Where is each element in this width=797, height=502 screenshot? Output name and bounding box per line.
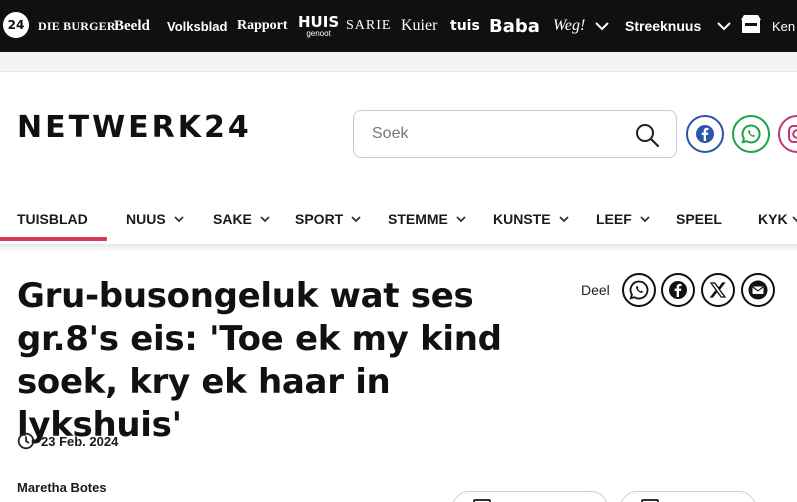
share-whatsapp-icon[interactable]	[622, 273, 656, 307]
huisgenoot-logo-bottom: genoot	[306, 28, 331, 38]
search-input[interactable]	[372, 111, 622, 157]
pub-link-volksblad[interactable]: Volksblad	[167, 0, 227, 52]
facebook-icon[interactable]	[686, 115, 724, 153]
store-icon[interactable]	[740, 13, 762, 35]
article-date: 23 Feb. 2024	[41, 433, 119, 449]
nav-item-sake[interactable]: SAKE	[213, 196, 271, 242]
pub-link-baba[interactable]: Baba	[489, 0, 540, 52]
nav-item-label: TUISBLAD	[17, 211, 88, 227]
share-mail-icon[interactable]	[741, 273, 775, 307]
clock-icon	[17, 432, 35, 450]
site-logo[interactable]: NETWERK24	[17, 113, 252, 143]
nav-item-label: STEMME	[388, 211, 448, 227]
nav-item-label: LEEF	[596, 211, 632, 227]
nav-item-stemme[interactable]: STEMME	[388, 196, 467, 242]
streeknuus-chevron-icon[interactable]	[716, 0, 732, 52]
pub-link-rapport[interactable]: Rapport	[237, 0, 288, 52]
more-publications-chevron-icon[interactable]	[594, 0, 610, 52]
chevron-down-icon	[174, 216, 184, 223]
nav-shadow	[0, 244, 797, 252]
chevron-down-icon	[791, 216, 797, 223]
nav-item-label: KYK	[758, 211, 788, 227]
share-x-icon[interactable]	[701, 273, 735, 307]
article-action-button[interactable]	[452, 491, 608, 502]
share-label: Deel	[581, 282, 610, 298]
chevron-down-icon	[456, 216, 466, 223]
nav-item-label: SAKE	[213, 211, 252, 227]
nav-item-leef[interactable]: LEEF	[596, 196, 651, 242]
pub-link-huisgenoot[interactable]: HUIS genoot	[298, 0, 339, 52]
nav-item-speel[interactable]: SPEEL	[676, 196, 722, 242]
search-icon[interactable]	[634, 122, 660, 148]
article-action-button[interactable]	[620, 491, 756, 502]
chevron-down-icon	[260, 216, 270, 223]
nav-item-kunste[interactable]: KUNSTE	[493, 196, 570, 242]
pub-link-weg[interactable]: Weg!	[553, 0, 585, 52]
article-date-row: 23 Feb. 2024	[17, 432, 118, 450]
pub-link-kuier[interactable]: Kuier	[401, 0, 437, 52]
nav-item-label: NUUS	[126, 211, 166, 227]
huisgenoot-logo-top: HUIS	[298, 12, 340, 31]
streeknuus-link[interactable]: Streeknuus	[625, 0, 701, 52]
nav-item-sport[interactable]: SPORT	[295, 196, 362, 242]
article-author[interactable]: Maretha Botes	[17, 480, 107, 495]
instagram-icon[interactable]	[778, 115, 797, 153]
netwerk24-badge-icon[interactable]: 24	[3, 12, 29, 38]
store-link-label[interactable]: Ken	[772, 0, 795, 52]
nav-item-kyk[interactable]: KYK	[758, 196, 797, 242]
publications-bar: 24 DIE BURGER Beeld Volksblad Rapport HU…	[0, 0, 797, 52]
pub-link-die-burger[interactable]: DIE BURGER	[38, 0, 116, 52]
header-separator	[0, 52, 797, 72]
search-box[interactable]	[353, 110, 677, 158]
nav-item-tuisblad[interactable]: TUISBLAD	[17, 196, 88, 242]
whatsapp-icon[interactable]	[732, 115, 770, 153]
article-headline: Gru-busongeluk wat ses gr.8's eis: 'Toe …	[17, 276, 502, 445]
nav-item-nuus[interactable]: NUUS	[126, 196, 185, 242]
pub-link-tuis[interactable]: tuis	[450, 0, 480, 52]
share-facebook-icon[interactable]	[661, 273, 695, 307]
main-nav: TUISBLAD NUUS SAKE SPORT STEMME KUNSTE L…	[0, 196, 797, 244]
nav-item-label: SPORT	[295, 211, 344, 227]
nav-active-indicator	[0, 237, 107, 241]
pub-link-sarie[interactable]: SARIE	[346, 0, 391, 52]
chevron-down-icon	[351, 216, 361, 223]
nav-item-label: SPEEL	[676, 211, 722, 227]
chevron-down-icon	[558, 216, 569, 223]
pub-link-beeld[interactable]: Beeld	[114, 0, 150, 52]
chevron-down-icon	[640, 216, 650, 223]
nav-item-label: KUNSTE	[493, 211, 551, 227]
